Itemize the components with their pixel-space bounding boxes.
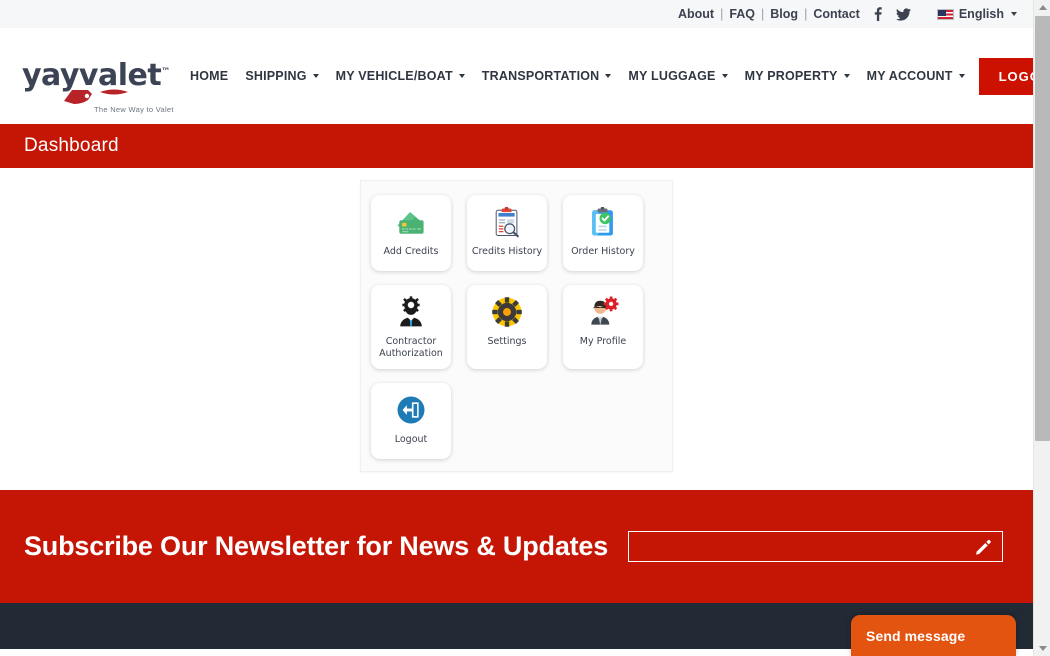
- dashboard-tile-panel: Add Credits Credits History Order Histor…: [360, 180, 673, 472]
- topbar-link-faq[interactable]: FAQ: [729, 7, 755, 21]
- tile-contractor-authorization[interactable]: Contractor Authorization: [371, 285, 451, 369]
- tile-add-credits[interactable]: Add Credits: [371, 195, 451, 271]
- nav-label: SHIPPING: [245, 69, 307, 83]
- nav-label: HOME: [190, 69, 229, 83]
- language-selector[interactable]: English: [936, 7, 1017, 21]
- logout-arrow-icon: [397, 396, 425, 424]
- nav-item-my-property[interactable]: MY PROPERTY: [745, 69, 850, 83]
- nav-label: TRANSPORTATION: [481, 69, 600, 83]
- us-flag-icon: [936, 8, 954, 20]
- nav-item-my-luggage[interactable]: MY LUGGAGE: [628, 69, 728, 83]
- nav-label: MY LUGGAGE: [628, 69, 716, 83]
- tile-label: Credits History: [471, 246, 543, 257]
- topbar-separator: |: [804, 7, 808, 21]
- nav-item-my-vehicle-boat[interactable]: MY VEHICLE/BOAT: [336, 69, 465, 83]
- site-logo[interactable]: yayvalet™ The New Way to Valet: [22, 61, 173, 115]
- page-title-band: Dashboard: [0, 124, 1033, 168]
- tile-label: Add Credits: [383, 246, 439, 257]
- logout-button[interactable]: LOGOUT: [978, 57, 1033, 95]
- twitter-icon[interactable]: [895, 7, 911, 21]
- logo-swoosh-icon: [64, 89, 128, 104]
- tile-label: Contractor Authorization: [379, 336, 443, 359]
- tile-label: Order History: [571, 246, 635, 257]
- person-gear-red-icon: [591, 296, 619, 326]
- tile-label: Logout: [394, 434, 428, 445]
- logo-tagline: The New Way to Valet: [94, 105, 174, 114]
- nav-label: MY PROPERTY: [744, 69, 838, 83]
- scrollbar-down-arrow[interactable]: [1034, 641, 1050, 656]
- chevron-down-icon: [458, 74, 465, 78]
- chevron-down-icon: [721, 74, 728, 78]
- tile-order-history[interactable]: Order History: [563, 195, 643, 271]
- scrollbar-thumb[interactable]: [1035, 16, 1050, 441]
- browser-scrollbar[interactable]: [1033, 0, 1050, 656]
- page-title: Dashboard: [24, 135, 119, 156]
- tile-credits-history[interactable]: Credits History: [467, 195, 547, 271]
- clipboard-search-icon: [495, 207, 519, 238]
- credit-cards-icon: [397, 212, 424, 234]
- pencil-icon[interactable]: [974, 538, 992, 556]
- newsletter-heading: Subscribe Our Newsletter for News & Upda…: [24, 531, 609, 561]
- clipboard-check-icon: [592, 206, 613, 236]
- main-navigation: HOME SHIPPING MY VEHICLE/BOAT TRANSPORTA…: [172, 69, 965, 83]
- send-message-chat-button[interactable]: Send message: [851, 615, 1016, 656]
- nav-label: MY VEHICLE/BOAT: [335, 69, 453, 83]
- page-viewport: About | FAQ | Blog | Contact English yay…: [0, 0, 1033, 656]
- chevron-down-icon: [1011, 12, 1017, 16]
- person-gear-dark-icon: [400, 296, 422, 327]
- nav-item-transportation[interactable]: TRANSPORTATION: [482, 69, 612, 83]
- tile-label: Settings: [487, 336, 527, 347]
- newsletter-field-wrapper: [628, 531, 1003, 562]
- nav-item-my-account[interactable]: MY ACCOUNT: [867, 69, 965, 83]
- dashboard-content: Add Credits Credits History Order Histor…: [0, 168, 1033, 490]
- newsletter-email-input[interactable]: [641, 539, 974, 554]
- nav-label: MY ACCOUNT: [866, 69, 953, 83]
- newsletter-section: Subscribe Our Newsletter for News & Upda…: [0, 490, 1033, 603]
- chevron-up-icon: [1038, 5, 1047, 10]
- tile-label: My Profile: [579, 336, 627, 347]
- tile-logout[interactable]: Logout: [371, 383, 451, 459]
- site-header: yayvalet™ The New Way to Valet HOME SHIP…: [0, 28, 1033, 124]
- language-label: English: [958, 7, 1004, 21]
- nav-item-shipping[interactable]: SHIPPING: [245, 69, 319, 83]
- chat-label: Send message: [866, 627, 966, 644]
- gear-yellow-icon: [492, 297, 522, 327]
- topbar-link-contact[interactable]: Contact: [813, 7, 860, 21]
- nav-item-home[interactable]: HOME: [190, 69, 228, 83]
- topbar-link-blog[interactable]: Blog: [770, 7, 798, 21]
- chevron-down-icon: [605, 74, 612, 78]
- chevron-down-icon: [843, 74, 850, 78]
- topbar-separator: |: [761, 7, 765, 21]
- facebook-icon[interactable]: [874, 7, 882, 21]
- scrollbar-up-arrow[interactable]: [1034, 0, 1050, 15]
- tile-settings[interactable]: Settings: [467, 285, 547, 369]
- tile-my-profile[interactable]: My Profile: [563, 285, 643, 369]
- chevron-down-icon: [1038, 646, 1047, 651]
- chevron-down-icon: [958, 74, 965, 78]
- topbar-link-about[interactable]: About: [678, 7, 714, 21]
- trademark-symbol: ™: [161, 67, 170, 77]
- chevron-down-icon: [312, 74, 319, 78]
- topbar-separator: |: [720, 7, 724, 21]
- top-utility-bar: About | FAQ | Blog | Contact English: [0, 0, 1033, 28]
